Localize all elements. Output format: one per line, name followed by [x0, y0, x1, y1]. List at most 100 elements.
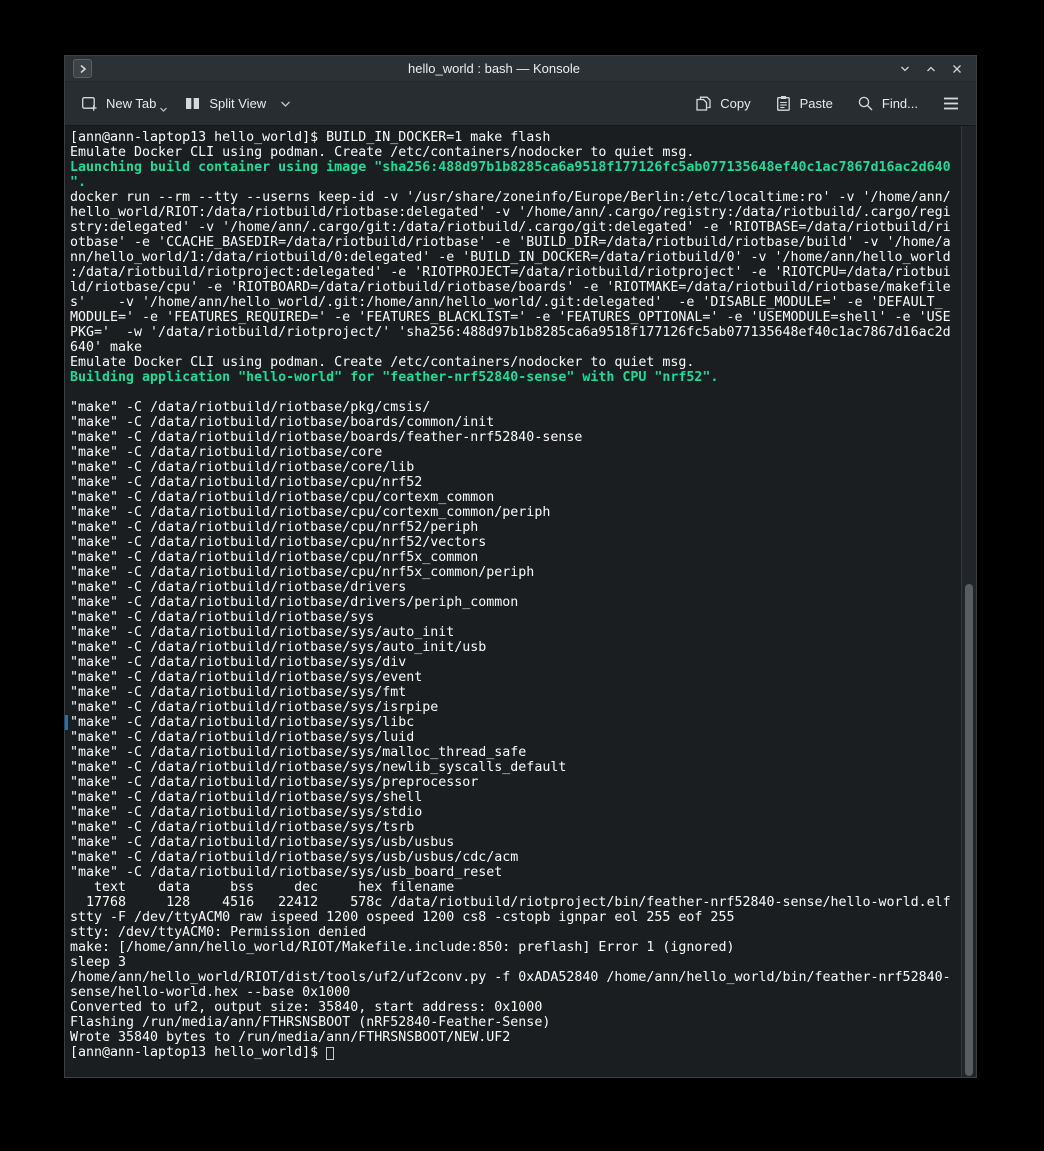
minimize-icon: [898, 62, 912, 76]
split-view-button[interactable]: Split View: [184, 95, 291, 112]
terminal-line: "make" -C /data/riotbuild/riotbase/sys/p…: [70, 775, 958, 790]
terminal-line: "make" -C /data/riotbuild/riotbase/sys/u…: [70, 835, 958, 850]
terminal-line: "make" -C /data/riotbuild/riotbase/cpu/n…: [70, 550, 958, 565]
close-icon: [950, 62, 964, 76]
terminal-line: make: [/home/ann/hello_world/RIOT/Makefi…: [70, 940, 958, 955]
terminal-line: "make" -C /data/riotbuild/riotbase/sys/l…: [70, 730, 958, 745]
terminal-line: Emulate Docker CLI using podman. Create …: [70, 355, 958, 370]
terminal-line: 640' make: [70, 340, 958, 355]
minimize-button[interactable]: [896, 60, 914, 78]
terminal-line: docker run --rm --tty --userns keep-id -…: [70, 190, 958, 205]
paste-label: Paste: [800, 96, 833, 111]
terminal-line: /home/ann/hello_world/RIOT/dist/tools/uf…: [70, 970, 958, 985]
terminal-line: "make" -C /data/riotbuild/riotbase/cpu/n…: [70, 520, 958, 535]
find-button[interactable]: Find...: [857, 95, 918, 112]
scrollbar[interactable]: [961, 126, 976, 1077]
terminal-line: otbase' -e 'CCACHE_BASEDIR=/data/riotbui…: [70, 235, 958, 250]
terminal-line: "make" -C /data/riotbuild/riotbase/sys/s…: [70, 790, 958, 805]
terminal-line: stty -F /dev/ttyACM0 raw ispeed 1200 osp…: [70, 910, 958, 925]
konsole-chevron-icon: [78, 64, 88, 74]
terminal-line: "make" -C /data/riotbuild/riotbase/sys/t…: [70, 820, 958, 835]
copy-label: Copy: [720, 96, 750, 111]
menu-button[interactable]: [942, 96, 960, 111]
terminal-line: stty: /dev/ttyACM0: Permission denied: [70, 925, 958, 940]
split-view-dropdown-caret-icon[interactable]: [280, 100, 291, 108]
new-tab-dropdown-caret-icon[interactable]: [159, 101, 168, 116]
split-view-icon: [184, 95, 201, 112]
hamburger-menu-icon: [942, 96, 960, 111]
titlebar[interactable]: hello_world : bash — Konsole: [65, 56, 976, 82]
terminal-line: "make" -C /data/riotbuild/riotbase/cpu/n…: [70, 475, 958, 490]
terminal-line: Emulate Docker CLI using podman. Create …: [70, 145, 958, 160]
window-title: hello_world : bash — Konsole: [92, 61, 896, 76]
terminal-line: "make" -C /data/riotbuild/riotbase/sys/f…: [70, 685, 958, 700]
terminal-line: 17768 128 4516 22412 578c /data/riotbuil…: [70, 895, 958, 910]
terminal-line: :/data/riotbuild/riotproject:delegated' …: [70, 265, 958, 280]
terminal-line: "make" -C /data/riotbuild/riotbase/sys/u…: [70, 850, 958, 865]
terminal-line: "make" -C /data/riotbuild/riotbase/core: [70, 445, 958, 460]
terminal-line: "make" -C /data/riotbuild/riotbase/drive…: [70, 595, 958, 610]
terminal-line: Launching build container using image "s…: [70, 160, 958, 175]
terminal-line: "make" -C /data/riotbuild/riotbase/sys/s…: [70, 805, 958, 820]
copy-button[interactable]: Copy: [695, 95, 750, 112]
split-view-label: Split View: [209, 96, 266, 111]
terminal-line: "make" -C /data/riotbuild/riotbase/cpu/n…: [70, 565, 958, 580]
terminal-line: nn/hello_world/1:/data/riotbuild/0:deleg…: [70, 250, 958, 265]
toolbar: New Tab Split View: [65, 82, 976, 126]
terminal-cursor: [326, 1047, 334, 1060]
terminal-line: [70, 385, 958, 400]
toolbar-right-group: Copy Paste: [695, 95, 960, 112]
terminal-line: Building application "hello-world" for "…: [70, 370, 958, 385]
terminal-line: "make" -C /data/riotbuild/riotbase/sys/i…: [70, 700, 958, 715]
terminal-line: "make" -C /data/riotbuild/riotbase/sys/a…: [70, 625, 958, 640]
terminal-line: stry:delegated' -v '/home/ann/.cargo/git…: [70, 220, 958, 235]
terminal-line: s' -v '/home/ann/hello_world/.git:/home/…: [70, 295, 958, 310]
terminal-output: [ann@ann-laptop13 hello_world]$ BUILD_IN…: [70, 130, 958, 1060]
terminal-line: [ann@ann-laptop13 hello_world]$: [70, 1045, 958, 1060]
terminal-line: "make" -C /data/riotbuild/riotbase/sys/n…: [70, 760, 958, 775]
terminal-line: "make" -C /data/riotbuild/riotbase/pkg/c…: [70, 400, 958, 415]
paste-icon: [775, 95, 792, 112]
terminal-line: Converted to uf2, output size: 35840, st…: [70, 1000, 958, 1015]
new-tab-button[interactable]: New Tab: [81, 95, 156, 112]
terminal-line: "make" -C /data/riotbuild/riotbase/cpu/n…: [70, 535, 958, 550]
konsole-window: hello_world : bash — Konsole: [64, 55, 977, 1078]
toolbar-left-group: New Tab Split View: [81, 95, 291, 112]
terminal-line: "make" -C /data/riotbuild/riotbase/cpu/c…: [70, 490, 958, 505]
terminal-line: "make" -C /data/riotbuild/riotbase/board…: [70, 415, 958, 430]
terminal-line: Wrote 35840 bytes to /run/media/ann/FTHR…: [70, 1030, 958, 1045]
terminal-line: "make" -C /data/riotbuild/riotbase/sys/u…: [70, 865, 958, 880]
terminal-line: "make" -C /data/riotbuild/riotbase/sys/m…: [70, 745, 958, 760]
terminal-line: "make" -C /data/riotbuild/riotbase/sys/d…: [70, 655, 958, 670]
paste-button[interactable]: Paste: [775, 95, 833, 112]
close-button[interactable]: [948, 60, 966, 78]
maximize-button[interactable]: [922, 60, 940, 78]
terminal-line: ".: [70, 175, 958, 190]
terminal-view[interactable]: [ann@ann-laptop13 hello_world]$ BUILD_IN…: [65, 126, 976, 1077]
konsole-app-icon[interactable]: [73, 59, 92, 78]
find-label: Find...: [882, 96, 918, 111]
scrollbar-thumb[interactable]: [965, 584, 973, 1076]
terminal-line: sleep 3: [70, 955, 958, 970]
terminal-line: "make" -C /data/riotbuild/riotbase/sys/l…: [70, 715, 958, 730]
new-tab-icon: [81, 95, 98, 112]
terminal-line: "make" -C /data/riotbuild/riotbase/sys: [70, 610, 958, 625]
new-tab-label: New Tab: [106, 96, 156, 111]
terminal-line: ld/riotbase/cpu' -e 'RIOTBOARD=/data/rio…: [70, 280, 958, 295]
terminal-line: [ann@ann-laptop13 hello_world]$ BUILD_IN…: [70, 130, 958, 145]
maximize-icon: [924, 62, 938, 76]
terminal-line: "make" -C /data/riotbuild/riotbase/cpu/c…: [70, 505, 958, 520]
terminal-line: text data bss dec hex filename: [70, 880, 958, 895]
terminal-line: "make" -C /data/riotbuild/riotbase/board…: [70, 430, 958, 445]
terminal-line: "make" -C /data/riotbuild/riotbase/sys/a…: [70, 640, 958, 655]
terminal-line: PKG=' -w '/data/riotbuild/riotproject/' …: [70, 325, 958, 340]
terminal-line: Flashing /run/media/ann/FTHRSNSBOOT (nRF…: [70, 1015, 958, 1030]
terminal-line: MODULE=' -e 'FEATURES_REQUIRED=' -e 'FEA…: [70, 310, 958, 325]
terminal-line: sense/hello-world.hex --base 0x1000: [70, 985, 958, 1000]
copy-icon: [695, 95, 712, 112]
terminal-line: "make" -C /data/riotbuild/riotbase/drive…: [70, 580, 958, 595]
terminal-line: "make" -C /data/riotbuild/riotbase/core/…: [70, 460, 958, 475]
terminal-line: hello_world/RIOT:/data/riotbuild/riotbas…: [70, 205, 958, 220]
search-icon: [857, 95, 874, 112]
terminal-line: "make" -C /data/riotbuild/riotbase/sys/e…: [70, 670, 958, 685]
